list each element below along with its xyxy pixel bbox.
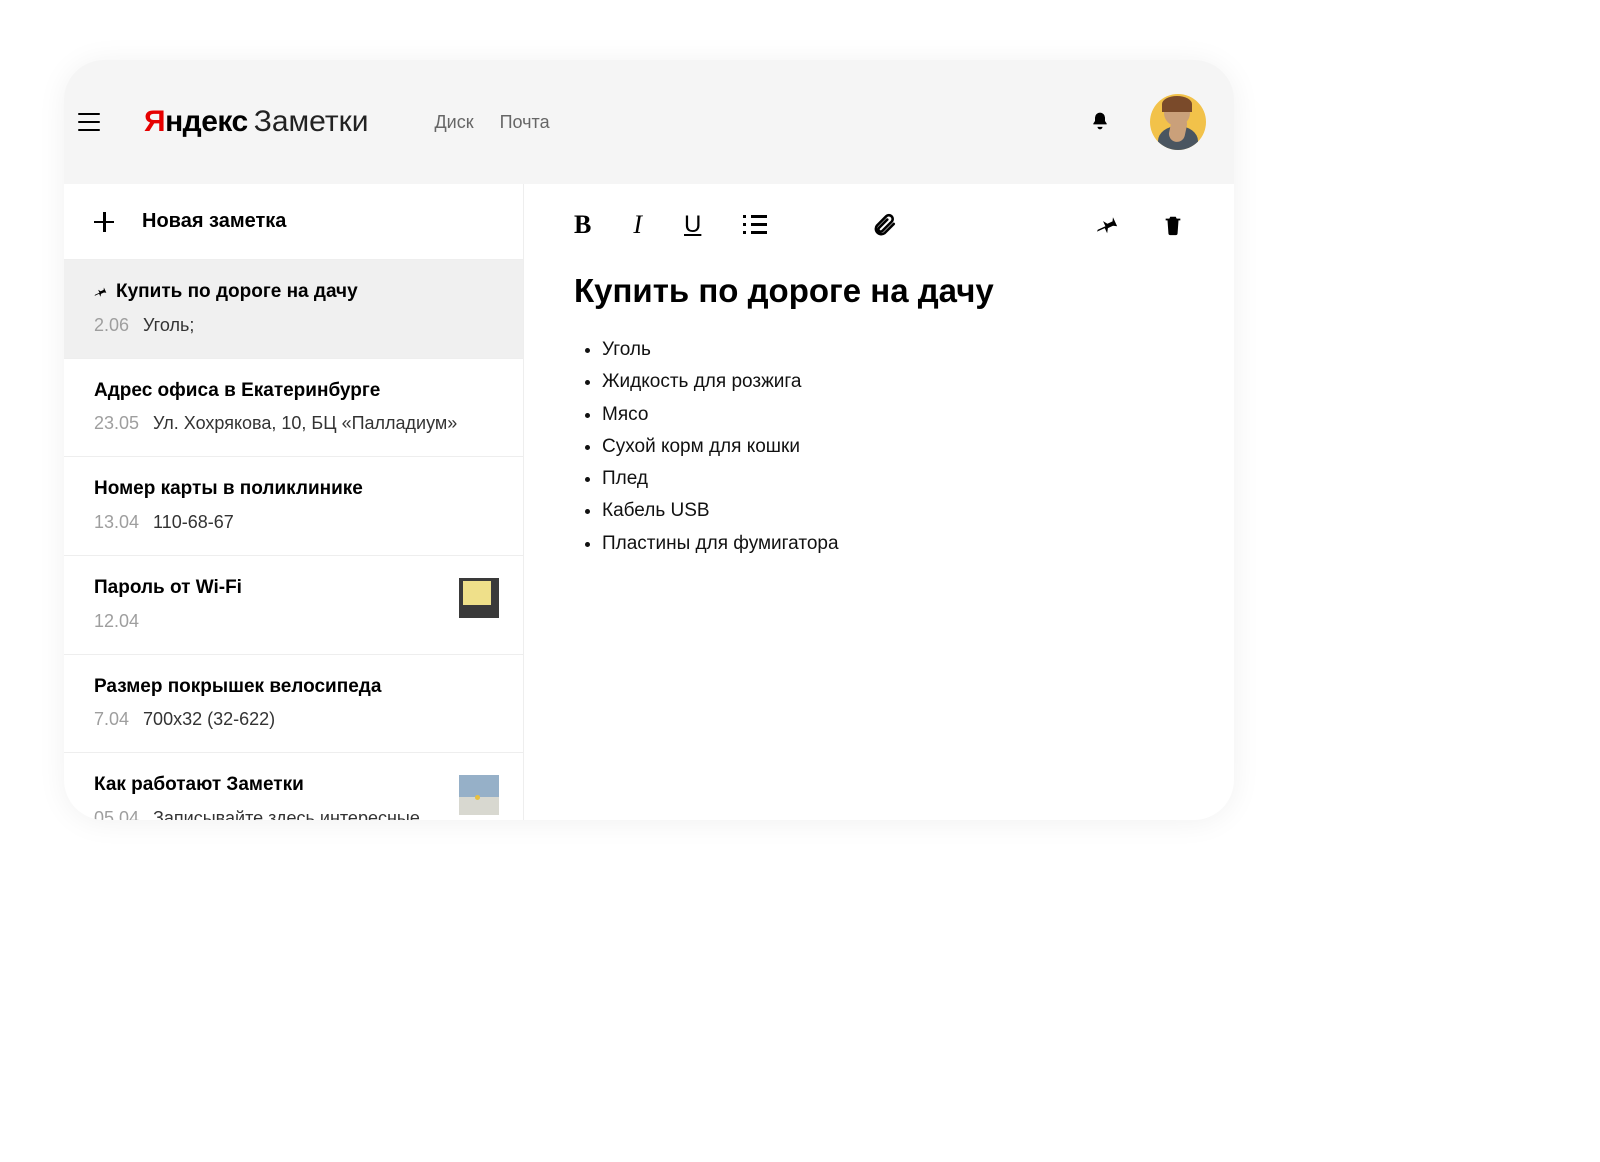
note-list-item[interactable]: Пластины для фумигатора [602, 528, 1184, 560]
note-item-title: Адрес офиса в Екатеринбурге [94, 379, 380, 404]
logo-first-letter: Я [144, 105, 165, 138]
note-item-date: 23.05 [94, 413, 139, 434]
notifications-icon[interactable] [1090, 111, 1110, 133]
underline-button[interactable]: U [684, 211, 701, 239]
attach-button[interactable] [871, 212, 897, 238]
note-list-item[interactable]: Плед [602, 463, 1184, 495]
toolbar: B I U [574, 184, 1184, 266]
pin-button[interactable] [1096, 213, 1120, 237]
new-note-label: Новая заметка [142, 210, 286, 233]
note-list-item[interactable]: Жидкость для розжига [602, 366, 1184, 398]
nav-link-disk[interactable]: Диск [434, 112, 473, 133]
header: Яндекс Заметки Диск Почта [64, 60, 1234, 184]
note-item-date: 13.04 [94, 512, 139, 533]
italic-button[interactable]: I [633, 210, 642, 240]
note-thumbnail [459, 578, 499, 618]
note-item[interactable]: Пароль от Wi-Fi 12.04 [64, 556, 523, 655]
app-window: Яндекс Заметки Диск Почта Новая заметка … [64, 60, 1234, 820]
note-item-title: Пароль от Wi-Fi [94, 576, 242, 601]
note-item-title: Как работают Заметки [94, 773, 304, 798]
note-list-item[interactable]: Уголь [602, 334, 1184, 366]
pin-icon [94, 285, 108, 299]
note-item-snippet: Ул. Хохрякова, 10, БЦ «Палладиум» [153, 413, 457, 434]
note-item-snippet: Записывайте здесь интересные [153, 808, 420, 820]
nav-link-mail[interactable]: Почта [500, 112, 550, 133]
header-links: Диск Почта [434, 112, 549, 133]
note-body[interactable]: УгольЖидкость для розжигаМясоСухой корм … [574, 334, 1184, 560]
list-button[interactable] [743, 215, 767, 235]
delete-button[interactable] [1162, 212, 1184, 238]
logo[interactable]: Яндекс Заметки [144, 105, 368, 139]
logo-subtitle: Заметки [254, 105, 369, 139]
note-item-snippet: Уголь; [143, 315, 194, 336]
note-list-item[interactable]: Мясо [602, 399, 1184, 431]
bold-button[interactable]: B [574, 210, 591, 240]
note-item-date: 05.04 [94, 808, 139, 820]
sidebar: Новая заметка Купить по дороге на дачу 2.… [64, 184, 524, 820]
note-item-snippet: 700х32 (32-622) [143, 709, 275, 730]
note-item-date: 7.04 [94, 709, 129, 730]
note-item[interactable]: Как работают Заметки 05.04 Записывайте зде… [64, 753, 523, 820]
content: Новая заметка Купить по дороге на дачу 2.… [64, 184, 1234, 820]
note-title[interactable]: Купить по дороге на дачу [574, 272, 1184, 310]
notes-list[interactable]: Купить по дороге на дачу 2.06 Уголь; Адрес … [64, 260, 523, 820]
note-item-date: 2.06 [94, 315, 129, 336]
note-item[interactable]: Адрес офиса в Екатеринбурге 23.05 Ул. Хохр… [64, 359, 523, 458]
logo-main: ндекс [165, 105, 248, 138]
menu-icon[interactable] [78, 113, 100, 131]
note-item-date: 12.04 [94, 611, 139, 632]
plus-icon [94, 212, 114, 232]
editor: B I U Купить по дороге на дачу [524, 184, 1234, 820]
note-item-title: Купить по дороге на дачу [116, 280, 358, 305]
avatar[interactable] [1150, 94, 1206, 150]
note-item-title: Размер покрышек велосипеда [94, 675, 381, 700]
note-item[interactable]: Купить по дороге на дачу 2.06 Уголь; [64, 260, 523, 359]
note-item-title: Номер карты в поликлинике [94, 477, 363, 502]
note-list-item[interactable]: Сухой корм для кошки [602, 431, 1184, 463]
note-thumbnail [459, 775, 499, 815]
note-item[interactable]: Размер покрышек велосипеда 7.04 700х32 (32… [64, 655, 523, 754]
note-list-item[interactable]: Кабель USB [602, 495, 1184, 527]
new-note-button[interactable]: Новая заметка [64, 184, 523, 260]
note-item[interactable]: Номер карты в поликлинике 13.04 110-68-67 [64, 457, 523, 556]
note-item-snippet: 110-68-67 [153, 512, 234, 533]
